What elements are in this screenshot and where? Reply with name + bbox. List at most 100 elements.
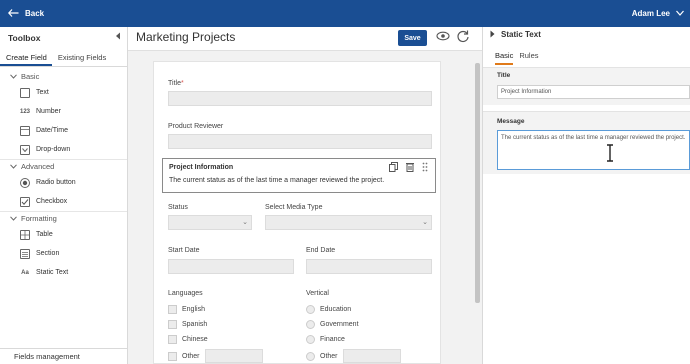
toolbox-panel: Toolbox Create Field Existing Fields Bas… [0, 27, 128, 364]
end-date-input[interactable] [306, 259, 432, 274]
properties-header: Static Text [490, 30, 541, 40]
radio[interactable] [306, 335, 315, 344]
properties-tabs: Basic Rules [483, 51, 690, 67]
toolbox-item-table[interactable]: Table [0, 225, 127, 244]
message-property: Message The current status as of the las… [483, 111, 690, 174]
start-date-label: Start Date [168, 247, 200, 254]
toolbox-item-datetime[interactable]: Date/Time [0, 121, 127, 140]
language-option-spanish[interactable]: Spanish [168, 320, 207, 329]
back-label: Back [25, 9, 45, 18]
item-label: Drop-down [36, 146, 71, 153]
language-other-input[interactable] [204, 349, 263, 363]
product-reviewer-input[interactable] [168, 134, 432, 149]
toolbox-tabs: Create Field Existing Fields [0, 51, 127, 67]
chevron-down-icon [10, 214, 17, 223]
refresh-icon[interactable] [456, 29, 470, 46]
end-date-label: End Date [306, 247, 336, 254]
section-label: Formatting [21, 214, 57, 223]
vertical-other-input[interactable] [342, 349, 401, 363]
radio[interactable] [306, 351, 315, 361]
toolbox-item-static-text[interactable]: Aa Static Text [0, 263, 127, 282]
toolbox-item-checkbox[interactable]: Checkbox [0, 192, 127, 211]
message-textarea[interactable]: The current status as of the last time a… [497, 130, 690, 170]
copy-icon[interactable] [389, 162, 398, 174]
vertical-option-finance[interactable]: Finance [306, 335, 345, 344]
section-advanced[interactable]: Advanced [0, 159, 127, 173]
text-icon [20, 87, 30, 98]
toolbox-item-number[interactable]: 123 Number [0, 102, 127, 121]
item-label: Table [36, 231, 53, 238]
fields-management-link[interactable]: Fields management [0, 348, 127, 364]
chevron-down-icon: ⌄ [242, 219, 248, 226]
item-label: Checkbox [36, 198, 68, 205]
vertical-option-government[interactable]: Government [306, 320, 359, 329]
toolbox-item-section[interactable]: Section [0, 244, 127, 263]
title-property: Title Project Information [483, 67, 690, 105]
form-title: Marketing Projects [136, 30, 236, 44]
calendar-icon [20, 125, 30, 136]
item-label: Date/Time [36, 127, 69, 134]
caret-right-icon[interactable] [490, 30, 495, 40]
item-label: Number [36, 108, 61, 115]
language-option-english[interactable]: English [168, 305, 205, 314]
collapse-left-icon[interactable] [115, 32, 121, 42]
canvas-scrollbar[interactable] [474, 51, 482, 364]
item-label: Radio button [36, 179, 76, 186]
language-option-chinese[interactable]: Chinese [168, 335, 208, 344]
chevron-down-icon [10, 162, 17, 171]
checkbox[interactable] [168, 351, 177, 361]
toolbox-item-radio[interactable]: Radio button [0, 173, 127, 192]
section-icon [20, 248, 30, 259]
toolbox-list: Basic Text 123 Number Date/Time Drop-dow… [0, 69, 127, 282]
top-bar: Back Adam Lee [0, 0, 690, 27]
selected-static-text-block[interactable]: Project Information The current status a… [162, 158, 436, 193]
chevron-down-icon: ⌄ [422, 219, 428, 226]
title-property-label: Title [497, 72, 511, 79]
section-label: Basic [21, 71, 40, 81]
toolbox-item-text[interactable]: Text [0, 83, 127, 102]
tab-basic[interactable]: Basic [495, 51, 514, 65]
start-date-input[interactable] [168, 259, 294, 274]
save-button[interactable]: Save [398, 30, 427, 46]
vertical-option-other[interactable]: Other [306, 349, 401, 363]
toolbox-title: Toolbox [8, 33, 41, 43]
back-button[interactable]: Back [7, 0, 45, 27]
media-type-label: Select Media Type [265, 204, 323, 211]
number-icon: 123 [20, 108, 31, 115]
table-icon [20, 229, 30, 240]
title-property-input[interactable]: Project Information [497, 85, 690, 99]
radio[interactable] [306, 320, 315, 329]
radio[interactable] [306, 305, 315, 314]
product-reviewer-label: Product Reviewer [168, 123, 224, 130]
checkbox[interactable] [168, 305, 177, 314]
checkbox[interactable] [168, 335, 177, 344]
item-label: Static Text [36, 269, 69, 276]
tab-rules[interactable]: Rules [519, 51, 538, 65]
status-select[interactable]: ⌄ [168, 215, 252, 230]
section-formatting[interactable]: Formatting [0, 211, 127, 225]
title-input[interactable] [168, 91, 432, 106]
scrollbar-thumb[interactable] [475, 63, 480, 303]
item-label: Section [36, 250, 60, 257]
static-text-message: The current status as of the last time a… [169, 177, 385, 184]
static-text-title: Project Information [169, 164, 234, 171]
toolbox-item-dropdown[interactable]: Drop-down [0, 140, 127, 159]
media-type-select[interactable]: ⌄ [265, 215, 432, 230]
checkbox[interactable] [168, 320, 177, 329]
tab-existing-fields[interactable]: Existing Fields [52, 51, 111, 66]
form-card: Title* Product Reviewer Project Informat… [153, 61, 441, 364]
tab-create-field[interactable]: Create Field [0, 51, 52, 66]
radio-icon [20, 177, 30, 188]
properties-panel: Static Text Basic Rules Title Project In… [482, 27, 690, 364]
preview-eye-icon[interactable] [436, 29, 450, 46]
delete-icon[interactable] [406, 162, 414, 174]
message-property-label: Message [497, 118, 525, 125]
properties-title: Static Text [501, 30, 541, 39]
language-option-other[interactable]: Other [168, 349, 263, 363]
drag-handle-icon[interactable] [422, 162, 428, 174]
user-menu[interactable]: Adam Lee [632, 0, 684, 27]
vertical-option-education[interactable]: Education [306, 305, 351, 314]
text-cursor-icon [605, 144, 615, 162]
section-basic[interactable]: Basic [0, 69, 127, 83]
static-text-icon: Aa [21, 269, 29, 276]
